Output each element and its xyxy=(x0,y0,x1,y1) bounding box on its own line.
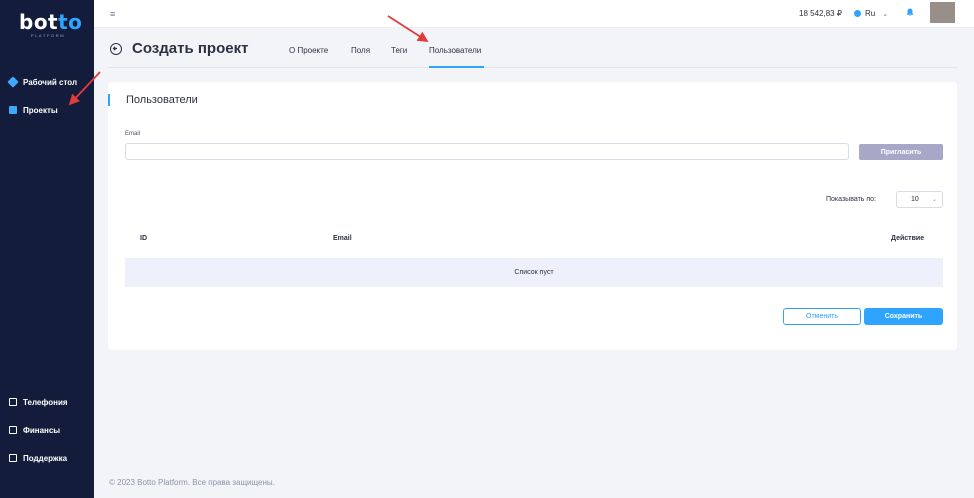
page-title: Создать проект xyxy=(132,40,249,57)
column-header-email[interactable]: Email xyxy=(333,235,352,242)
sidebar-item-telephony[interactable]: Телефония xyxy=(9,396,68,408)
tab-users[interactable]: Пользователи xyxy=(429,46,481,55)
cancel-button[interactable]: Отменить xyxy=(783,308,861,325)
support-icon xyxy=(9,454,17,462)
column-header-action: Действие xyxy=(891,235,925,242)
tab-tags[interactable]: Теги xyxy=(391,46,407,55)
sidebar-item-label: Рабочий стол xyxy=(23,77,78,87)
sidebar-item-label: Поддержка xyxy=(23,453,68,463)
language-label: Ru xyxy=(865,9,876,18)
menu-icon[interactable]: ≡ xyxy=(110,9,115,19)
column-header-id[interactable]: ID xyxy=(140,235,147,242)
language-selector[interactable]: Ru ⌄ xyxy=(854,9,888,18)
avatar[interactable] xyxy=(930,2,955,23)
per-page-label: Показывать по: xyxy=(826,196,877,203)
chevron-down-icon: ⌄ xyxy=(931,197,937,203)
book-icon xyxy=(9,106,17,114)
empty-list-text: Список пуст xyxy=(514,269,554,276)
botto-logo[interactable]: botto PLATFORM xyxy=(19,10,83,38)
footer-copyright: © 2023 Botto Platform. Все права защищен… xyxy=(109,478,275,487)
sidebar-item-finance[interactable]: Финансы xyxy=(9,424,60,436)
chevron-down-icon: ⌄ xyxy=(882,10,889,18)
logo-wordmark: botto xyxy=(19,10,83,34)
tab-fields[interactable]: Поля xyxy=(351,46,370,55)
sidebar-item-support[interactable]: Поддержка xyxy=(9,452,67,464)
empty-list-row: Список пуст xyxy=(125,258,943,287)
sidebar-item-label: Финансы xyxy=(23,425,61,435)
phone-icon xyxy=(9,398,17,406)
header-divider xyxy=(108,67,957,68)
bell-icon[interactable] xyxy=(906,8,914,19)
back-arrow-icon[interactable] xyxy=(110,43,122,55)
globe-icon xyxy=(854,10,861,17)
tab-about[interactable]: О Проекте xyxy=(289,46,328,55)
account-balance: 18 542,83 ₽ xyxy=(799,9,842,18)
active-tab-indicator xyxy=(429,66,484,68)
per-page-value: 10 xyxy=(911,196,919,203)
save-button[interactable]: Сохранить xyxy=(864,308,943,325)
sidebar-item-label: Проекты xyxy=(23,105,58,115)
sidebar-item-dashboard[interactable]: Рабочий стол xyxy=(7,76,78,88)
sidebar-item-projects[interactable]: Проекты xyxy=(9,104,58,116)
sidebar-item-label: Телефония xyxy=(23,397,68,407)
top-bar: ≡ 18 542,83 ₽ Ru ⌄ xyxy=(94,0,974,28)
email-input[interactable] xyxy=(125,143,849,160)
per-page-select[interactable]: 10 ⌄ xyxy=(896,191,943,208)
card-title: Пользователи xyxy=(126,94,198,106)
layers-icon xyxy=(7,76,19,88)
sidebar: botto PLATFORM Рабочий стол Проекты Теле… xyxy=(0,0,94,498)
wallet-icon xyxy=(9,426,17,434)
invite-button[interactable]: Пригласить xyxy=(859,144,943,160)
card-title-accent xyxy=(108,94,110,106)
email-label: Email xyxy=(125,131,141,137)
